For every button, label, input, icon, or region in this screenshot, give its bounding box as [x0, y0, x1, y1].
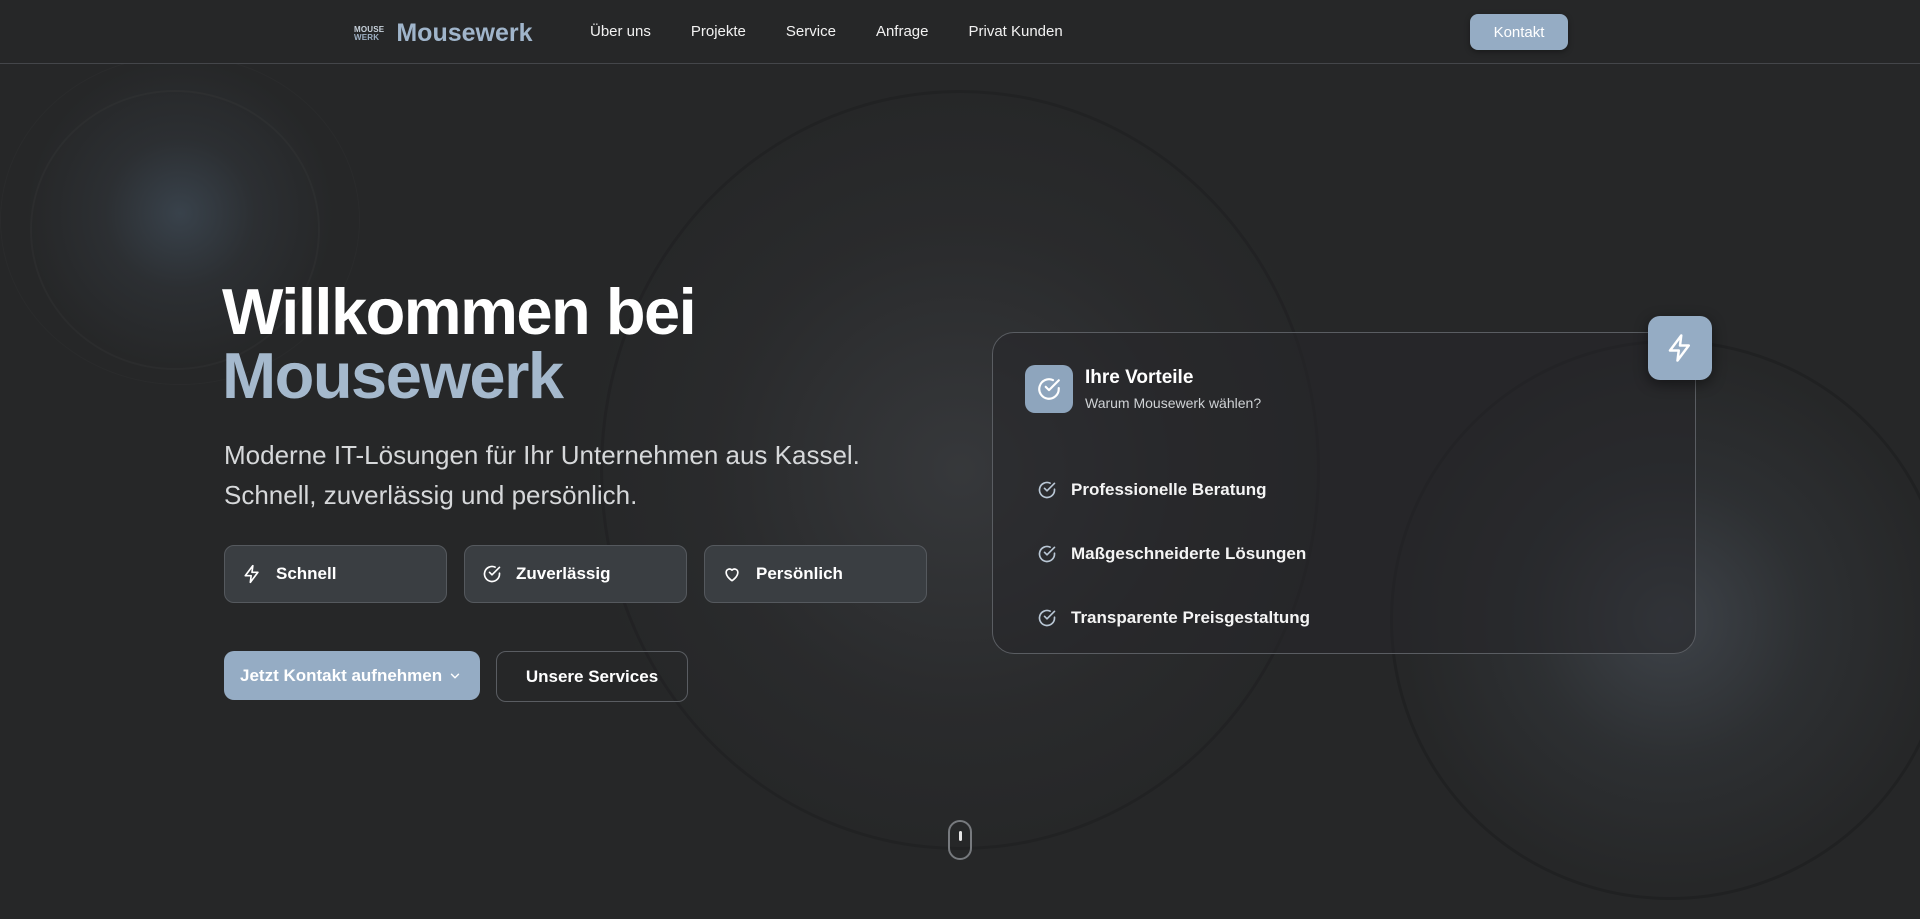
brand-logo: MOUSE WERK	[354, 25, 384, 42]
contact-cta-button[interactable]: Jetzt Kontakt aufnehmen	[224, 651, 480, 700]
card-title: Ihre Vorteile	[1085, 367, 1194, 388]
list-item-label: Professionelle Beratung	[1071, 480, 1267, 499]
top-navigation: MOUSE WERK Mousewerk Über uns Projekte S…	[0, 0, 1920, 64]
scroll-indicator-icon[interactable]	[948, 820, 972, 860]
feature-pill-label: Zuverlässig	[516, 564, 611, 583]
feature-pills: Schnell Zuverlässig Persönlich	[224, 545, 927, 603]
card-subtitle: Warum Mousewerk wählen?	[1085, 395, 1262, 411]
feature-pill-schnell[interactable]: Schnell	[224, 545, 447, 603]
cta-row: Jetzt Kontakt aufnehmen Unsere Services	[224, 651, 688, 702]
advantages-list: Professionelle Beratung Maßgeschneiderte…	[1037, 458, 1310, 650]
nav-link-ueber-uns[interactable]: Über uns	[590, 23, 651, 40]
nav-links: Über uns Projekte Service Anfrage Privat…	[590, 23, 1063, 40]
hero-subtitle-line-2: Schnell, zuverlässig und persönlich.	[224, 480, 638, 510]
card-header-icon	[1025, 365, 1073, 413]
hero-subtitle-line-1: Moderne IT-Lösungen für Ihr Unternehmen …	[224, 440, 860, 470]
feature-pill-label: Persönlich	[756, 564, 843, 583]
check-circle-icon	[1038, 378, 1060, 400]
chevron-down-icon	[450, 673, 460, 678]
brand-name: Mousewerk	[396, 19, 533, 47]
bolt-icon	[244, 564, 259, 584]
heart-icon	[725, 568, 739, 582]
nav-link-projekte[interactable]: Projekte	[691, 23, 746, 40]
feature-pill-zuverlaessig[interactable]: Zuverlässig	[464, 545, 687, 603]
check-circle-icon	[1038, 609, 1056, 627]
contact-cta-label: Jetzt Kontakt aufnehmen	[240, 665, 443, 685]
nav-link-service[interactable]: Service	[786, 23, 836, 40]
hero-title: Willkommen bei Mousewerk	[222, 275, 697, 412]
check-circle-icon	[1038, 545, 1056, 563]
logo-line-2: WERK	[354, 32, 380, 42]
list-item-label: Maßgeschneiderte Lösungen	[1071, 544, 1307, 563]
nav-link-anfrage[interactable]: Anfrage	[876, 23, 929, 40]
nav-link-privat-kunden[interactable]: Privat Kunden	[968, 23, 1062, 40]
feature-pill-label: Schnell	[276, 564, 337, 583]
list-item: Transparente Preisgestaltung	[1037, 586, 1310, 650]
hero-title-line-2: Mousewerk	[222, 339, 564, 412]
hero-title-line-1: Willkommen bei	[222, 275, 697, 348]
check-circle-icon	[1038, 481, 1056, 499]
bolt-icon	[1668, 334, 1690, 362]
list-item: Maßgeschneiderte Lösungen	[1037, 522, 1310, 586]
kontakt-button[interactable]: Kontakt	[1470, 14, 1568, 50]
brand[interactable]: MOUSE WERK Mousewerk	[354, 19, 533, 48]
card-header: Ihre Vorteile Warum Mousewerk wählen?	[1025, 365, 1261, 413]
list-item-label: Transparente Preisgestaltung	[1071, 608, 1311, 627]
advantages-card: Ihre Vorteile Warum Mousewerk wählen? Pr…	[992, 332, 1696, 654]
services-button[interactable]: Unsere Services	[496, 651, 688, 702]
hero-subtitle: Moderne IT-Lösungen für Ihr Unternehmen …	[224, 435, 860, 515]
bolt-badge	[1648, 316, 1712, 380]
scroll-wheel	[959, 831, 962, 841]
check-circle-icon	[483, 565, 501, 583]
list-item: Professionelle Beratung	[1037, 458, 1310, 522]
feature-pill-persoenlich[interactable]: Persönlich	[704, 545, 927, 603]
